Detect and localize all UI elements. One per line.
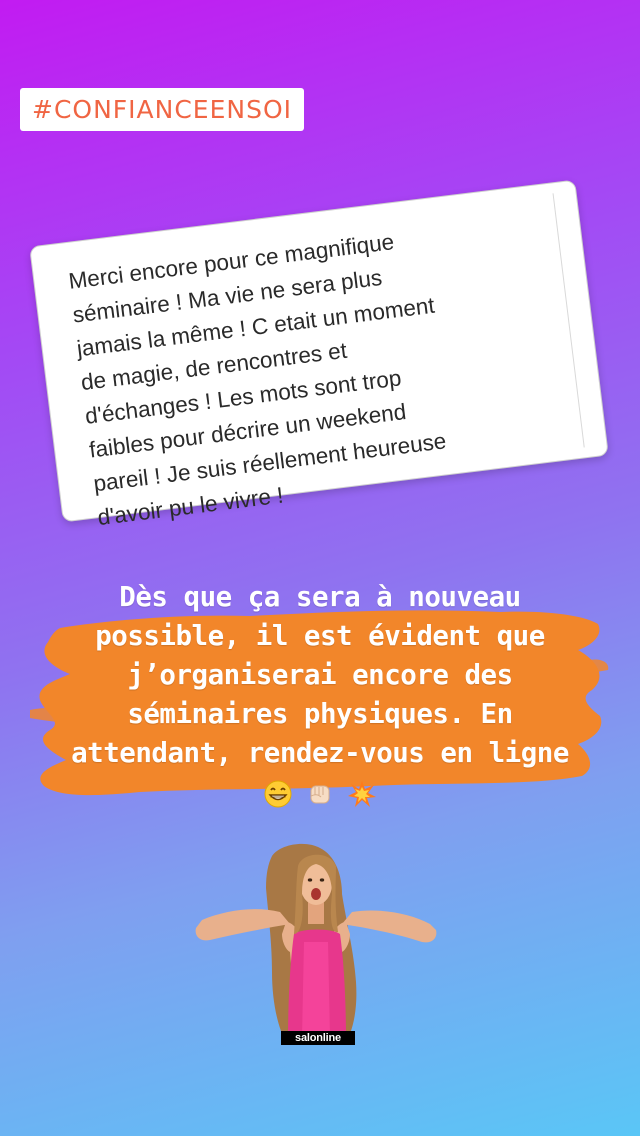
collision-icon: [347, 780, 376, 807]
caption-line: possible, il est évident que: [95, 620, 545, 652]
testimonial-card: Merci encore pour ce magnifique séminair…: [29, 179, 609, 530]
caption-line: Dès que ça sera à nouveau: [119, 581, 521, 613]
caption-text: Dès que ça sera à nouveau possible, il e…: [30, 578, 610, 812]
caption-line: séminaires physiques. En: [127, 698, 513, 730]
caption-line: j’organiserai encore des: [127, 659, 513, 691]
story-canvas: #CONFIANCEENSOI Merci encore pour ce mag…: [0, 0, 640, 1136]
testimonial-text: Merci encore pour ce magnifique séminair…: [67, 209, 561, 536]
grinning-face-icon: [264, 780, 292, 807]
caption-line: attendant, rendez-vous en ligne: [71, 737, 569, 769]
gif-sticker[interactable]: [186, 842, 446, 1052]
hashtag-sticker[interactable]: #CONFIANCEENSOI: [20, 88, 305, 131]
emoji-row: [261, 778, 379, 809]
gif-watermark-label: salonline: [281, 1031, 355, 1045]
fist-bump-icon: [310, 785, 330, 803]
